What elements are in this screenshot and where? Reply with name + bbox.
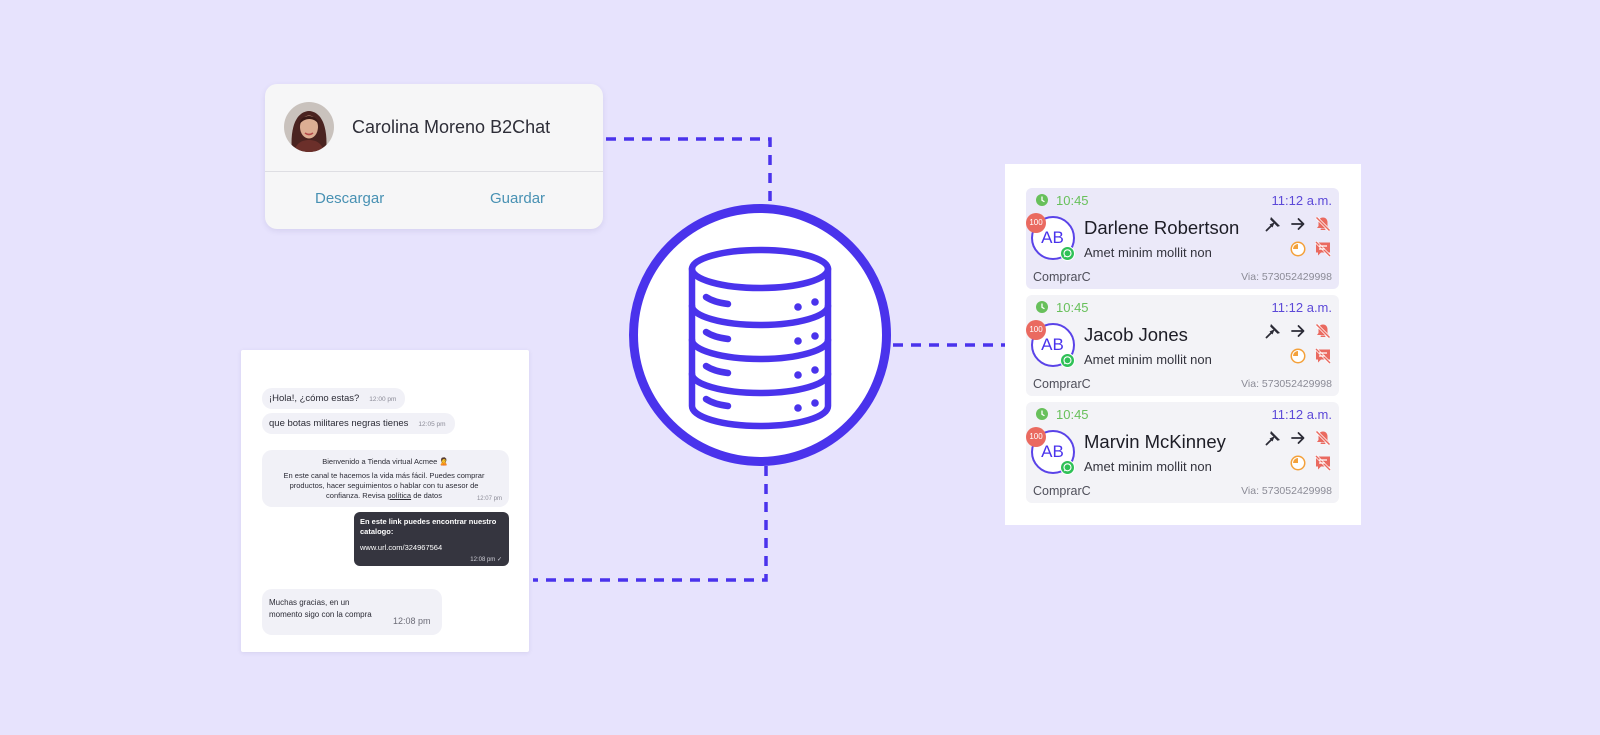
catalog-link[interactable]: www.url.com/324967564 (360, 543, 442, 552)
chat-panel: ¡Hola!, ¿cómo estas? 12:00 pm que botas m… (241, 350, 529, 652)
pin-icon[interactable] (1264, 322, 1282, 340)
channel-number: Via: 573052429998 (1241, 485, 1332, 497)
contact-name: Darlene Robertson (1084, 217, 1240, 238)
message-text: Muchas gracias, en un momento sigo con l… (269, 598, 372, 619)
connector-chat (533, 466, 768, 582)
save-button[interactable]: Guardar (490, 190, 545, 207)
wait-time: 10:45 (1056, 300, 1089, 315)
wait-time: 10:45 (1056, 193, 1089, 208)
database-hub (629, 204, 891, 466)
no-messages-icon[interactable] (1314, 240, 1332, 258)
avatar (284, 102, 334, 152)
mute-notifications-icon[interactable] (1314, 215, 1332, 233)
pin-icon[interactable] (1264, 215, 1282, 233)
whatsapp-icon (1060, 246, 1075, 261)
message-incoming: ¡Hola!, ¿cómo estas? 12:00 pm (262, 388, 406, 409)
channel-number: Via: 573052429998 (1241, 271, 1332, 283)
clock-icon (1036, 194, 1048, 206)
whatsapp-icon (1060, 353, 1075, 368)
timer-icon[interactable] (1289, 454, 1307, 472)
double-check-icon: ✓ (496, 557, 502, 563)
mute-notifications-icon[interactable] (1314, 322, 1332, 340)
timer-icon[interactable] (1289, 240, 1307, 258)
unread-badge: 100 (1026, 427, 1046, 447)
transfer-arrow-icon[interactable] (1289, 322, 1307, 340)
last-message-time: 11:12 a.m. (1271, 193, 1332, 208)
pin-icon[interactable] (1264, 429, 1282, 447)
wait-time: 10:45 (1056, 407, 1089, 422)
message-text: que botas militares negras tienes (269, 418, 409, 429)
connector-contact (606, 137, 772, 204)
welcome-body: En este canal te hacemos la vida más fác… (283, 471, 485, 500)
conversation-card[interactable]: 10:45 11:12 a.m. AB 100 Marvin McKinney … (1026, 402, 1339, 503)
message-time: 12:07 pm (476, 496, 502, 502)
message-time: 12:05 pm (418, 421, 446, 428)
message-time: 12:00 pm (369, 396, 397, 403)
message-preview: Amet minim mollit non (1084, 245, 1212, 260)
conversation-list: 10:45 11:12 a.m. AB 100 Darlene Robertso… (1005, 164, 1361, 525)
message-time: 12:08 pm (393, 616, 431, 626)
welcome-title: Bienvenido a Tienda virtual Acmee 🙎 (322, 457, 449, 466)
message-text: ¡Hola!, ¿cómo estas? (269, 393, 360, 404)
conversation-card[interactable]: 10:45 11:12 a.m. AB 100 Darlene Robertso… (1026, 188, 1339, 289)
message-incoming: que botas militares negras tienes 12:05 p… (262, 413, 455, 434)
transfer-arrow-icon[interactable] (1289, 429, 1307, 447)
download-button[interactable]: Descargar (315, 190, 384, 207)
conversation-tag: ComprarC (1033, 270, 1091, 284)
transfer-arrow-icon[interactable] (1289, 215, 1307, 233)
last-message-time: 11:12 a.m. (1271, 300, 1332, 315)
contact-name: Marvin McKinney (1084, 431, 1226, 452)
mute-notifications-icon[interactable] (1314, 429, 1332, 447)
clock-icon (1036, 408, 1048, 420)
privacy-policy-link[interactable]: política (387, 491, 411, 500)
last-message-time: 11:12 a.m. (1271, 407, 1332, 422)
database-icon (688, 246, 832, 430)
message-preview: Amet minim mollit non (1084, 352, 1212, 367)
message-preview: Amet minim mollit non (1084, 459, 1212, 474)
message-welcome: Bienvenido a Tienda virtual Acmee 🙎 En e… (262, 450, 509, 507)
contact-name: Jacob Jones (1084, 324, 1188, 345)
message-outgoing: En este link puedes encontrar nuestro ca… (354, 512, 509, 566)
contact-name: Carolina Moreno B2Chat (352, 117, 551, 137)
message-text: En este link puedes encontrar nuestro ca… (360, 517, 497, 536)
message-incoming: Muchas gracias, en un momento sigo con l… (262, 589, 442, 635)
no-messages-icon[interactable] (1314, 454, 1332, 472)
unread-badge: 100 (1026, 213, 1046, 233)
contact-header: Carolina Moreno B2Chat (265, 84, 603, 172)
clock-icon (1036, 301, 1048, 313)
no-messages-icon[interactable] (1314, 347, 1332, 365)
unread-badge: 100 (1026, 320, 1046, 340)
conversation-card[interactable]: 10:45 11:12 a.m. AB 100 Jacob Jones Amet… (1026, 295, 1339, 396)
message-time: 12:08 pm ✓ (470, 557, 502, 563)
whatsapp-icon (1060, 460, 1075, 475)
timer-icon[interactable] (1289, 347, 1307, 365)
contact-card: Carolina Moreno B2Chat Descargar Guardar (265, 84, 603, 229)
conversation-tag: ComprarC (1033, 484, 1091, 498)
channel-number: Via: 573052429998 (1241, 378, 1332, 390)
conversation-tag: ComprarC (1033, 377, 1091, 391)
